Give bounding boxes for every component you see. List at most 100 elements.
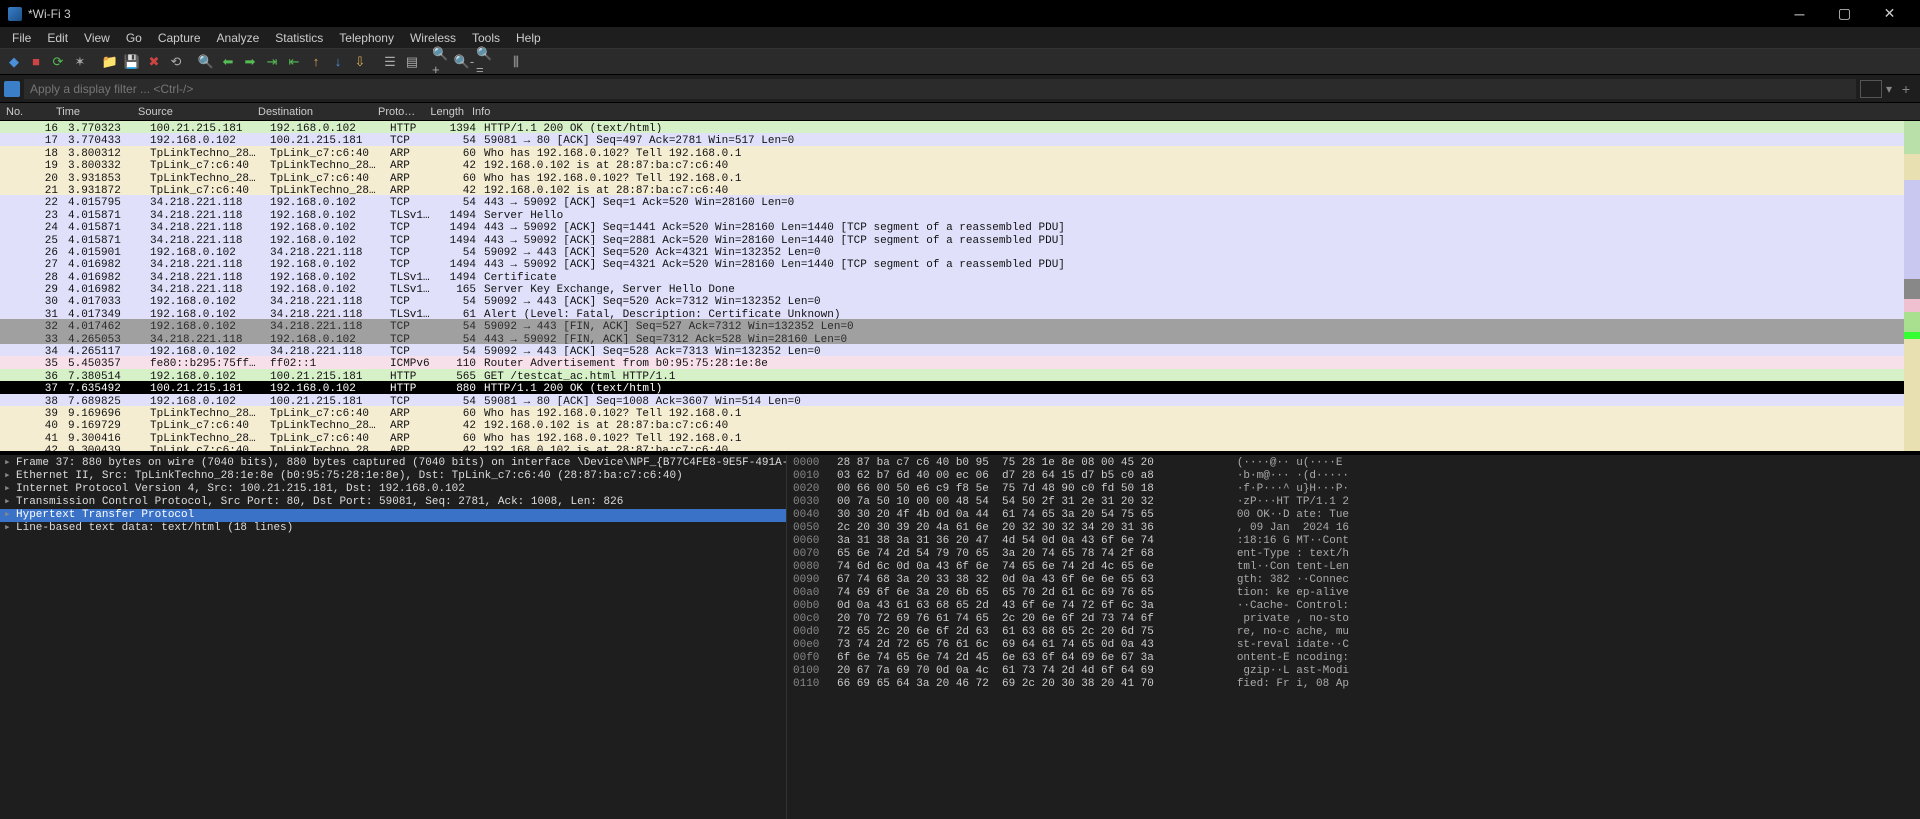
packet-bytes-pane[interactable]: 000028 87 ba c7 c6 40 b0 95 75 28 1e 8e … [786,455,1920,819]
go-down-icon[interactable]: ↓ [328,52,348,72]
packet-row[interactable]: 163.770323100.21.215.181192.168.0.102HTT… [0,121,1920,133]
reload-icon[interactable]: ⟲ [166,52,186,72]
resize-columns-icon[interactable]: ⫼ [506,52,526,72]
packet-row[interactable]: 409.169729TpLink_c7:c6:40TpLinkTechno_28… [0,418,1920,430]
packet-row[interactable]: 355.450357fe80::b295:75ff:fe2…ff02::1ICM… [0,356,1920,368]
column-length[interactable]: Length [422,104,468,120]
column-destination[interactable]: Destination [254,104,374,120]
packet-row[interactable]: 244.01587134.218.221.118192.168.0.102TCP… [0,220,1920,232]
add-filter-button[interactable]: + [1896,81,1916,97]
hex-row[interactable]: 00a074 69 6f 6e 3a 20 6b 65 65 70 2d 61 … [793,587,1914,600]
menu-file[interactable]: File [4,29,39,47]
close-button[interactable]: ✕ [1867,0,1912,27]
menu-wireless[interactable]: Wireless [402,29,464,47]
packet-row[interactable]: 173.770433192.168.0.102100.21.215.181TCP… [0,133,1920,145]
packet-row[interactable]: 367.380514192.168.0.102100.21.215.181HTT… [0,369,1920,381]
minimize-button[interactable]: ─ [1777,0,1822,27]
packet-details-pane[interactable]: ▸Frame 37: 880 bytes on wire (7040 bits)… [0,455,786,819]
next-icon[interactable]: ➡ [240,52,260,72]
maximize-button[interactable]: ▢ [1822,0,1867,27]
packet-row[interactable]: 274.01698234.218.221.118192.168.0.102TCP… [0,257,1920,269]
find-icon[interactable]: 🔍 [196,52,216,72]
expand-icon[interactable]: ▸ [4,509,16,522]
go-up-icon[interactable]: ↑ [306,52,326,72]
hex-row[interactable]: 008074 6d 6c 0d 0a 43 6f 6e 74 65 6e 74 … [793,561,1914,574]
hex-row[interactable]: 00e073 74 2d 72 65 76 61 6c 69 64 61 74 … [793,639,1914,652]
hex-row[interactable]: 00d072 65 2c 20 6e 6f 2d 63 61 63 68 65 … [793,626,1914,639]
packet-row[interactable]: 234.01587134.218.221.118192.168.0.102TLS… [0,208,1920,220]
packet-row[interactable]: 399.169696TpLinkTechno_28:1e:…TpLink_c7:… [0,406,1920,418]
hex-row[interactable]: 004030 30 20 4f 4b 0d 0a 44 61 74 65 3a … [793,509,1914,522]
tree-item[interactable]: ▸Hypertext Transfer Protocol [0,509,786,522]
packet-row[interactable]: 294.01698234.218.221.118192.168.0.102TLS… [0,282,1920,294]
packet-row[interactable]: 419.300416TpLinkTechno_28:1e:…TpLink_c7:… [0,431,1920,443]
expand-icon[interactable]: ▸ [4,522,16,535]
menu-go[interactable]: Go [118,29,150,47]
packet-row[interactable]: 183.800312TpLinkTechno_28:1e:…TpLink_c7:… [0,146,1920,158]
zoom-in-icon[interactable]: 🔍+ [432,52,452,72]
go-first-icon[interactable]: ⇤ [284,52,304,72]
hex-row[interactable]: 00502c 20 30 39 20 4a 61 6e 20 32 30 32 … [793,522,1914,535]
hex-row[interactable]: 002000 66 00 50 e6 c9 f8 5e 75 7d 48 90 … [793,483,1914,496]
expand-icon[interactable]: ▸ [4,470,16,483]
tree-item[interactable]: ▸Internet Protocol Version 4, Src: 100.2… [0,483,786,496]
prev-icon[interactable]: ⬅ [218,52,238,72]
hex-row[interactable]: 007065 6e 74 2d 54 79 70 65 3a 20 74 65 … [793,548,1914,561]
filter-history-dropdown[interactable]: ▾ [1882,82,1896,96]
autoscroll-icon[interactable]: ☰ [380,52,400,72]
packet-row[interactable]: 254.01587134.218.221.118192.168.0.102TCP… [0,233,1920,245]
menu-telephony[interactable]: Telephony [331,29,402,47]
open-icon[interactable]: 📁 [100,52,120,72]
column-info[interactable]: Info [468,104,1920,120]
packet-row[interactable]: 203.931853TpLinkTechno_28:1e:…TpLink_c7:… [0,171,1920,183]
jump-icon[interactable]: ⇥ [262,52,282,72]
start-capture-icon[interactable]: ◆ [4,52,24,72]
hex-row[interactable]: 00f06f 6e 74 65 6e 74 2d 45 6e 63 6f 64 … [793,652,1914,665]
packet-row[interactable]: 387.689825192.168.0.102100.21.215.181TCP… [0,394,1920,406]
tree-item[interactable]: ▸Transmission Control Protocol, Src Port… [0,496,786,509]
bookmark-icon[interactable] [4,81,20,97]
hex-row[interactable]: 00b00d 0a 43 61 63 68 65 2d 43 6f 6e 74 … [793,600,1914,613]
packet-row[interactable]: 264.015901192.168.0.10234.218.221.118TCP… [0,245,1920,257]
stop-capture-icon[interactable]: ■ [26,52,46,72]
hex-row[interactable]: 010020 67 7a 69 70 0d 0a 4c 61 73 74 2d … [793,665,1914,678]
packet-row[interactable]: 324.017462192.168.0.10234.218.221.118TCP… [0,319,1920,331]
packet-row[interactable]: 334.26505334.218.221.118192.168.0.102TCP… [0,332,1920,344]
packet-row[interactable]: 213.931872TpLink_c7:c6:40TpLinkTechno_28… [0,183,1920,195]
menu-edit[interactable]: Edit [39,29,76,47]
packet-row[interactable]: 344.265117192.168.0.10234.218.221.118TCP… [0,344,1920,356]
expand-icon[interactable]: ▸ [4,496,16,509]
column-protocol[interactable]: Protocol [374,104,422,120]
filter-expression-button[interactable] [1860,80,1882,98]
menu-statistics[interactable]: Statistics [267,29,331,47]
packet-row[interactable]: 304.017033192.168.0.10234.218.221.118TCP… [0,294,1920,306]
column-time[interactable]: Time [52,104,134,120]
zoom-reset-icon[interactable]: 🔍= [476,52,496,72]
expand-icon[interactable]: ▸ [4,483,16,496]
hex-row[interactable]: 009067 74 68 3a 20 33 38 32 0d 0a 43 6f … [793,574,1914,587]
tree-item[interactable]: ▸Ethernet II, Src: TpLinkTechno_28:1e:8e… [0,470,786,483]
menu-help[interactable]: Help [508,29,549,47]
packet-list-pane[interactable]: 163.770323100.21.215.181192.168.0.102HTT… [0,121,1920,451]
colorize-icon[interactable]: ▤ [402,52,422,72]
hex-row[interactable]: 011066 69 65 64 3a 20 46 72 69 2c 20 30 … [793,678,1914,691]
hex-row[interactable]: 003000 7a 50 10 00 00 48 54 54 50 2f 31 … [793,496,1914,509]
menu-view[interactable]: View [76,29,118,47]
close-file-icon[interactable]: ✖ [144,52,164,72]
tree-item[interactable]: ▸Line-based text data: text/html (18 lin… [0,522,786,535]
hex-row[interactable]: 000028 87 ba c7 c6 40 b0 95 75 28 1e 8e … [793,457,1914,470]
column-no[interactable]: No. [0,104,52,120]
tree-item[interactable]: ▸Frame 37: 880 bytes on wire (7040 bits)… [0,457,786,470]
packet-row[interactable]: 429.300439TpLink_c7:c6:40TpLinkTechno_28… [0,443,1920,451]
hex-row[interactable]: 00603a 31 38 3a 31 36 20 47 4d 54 0d 0a … [793,535,1914,548]
hex-row[interactable]: 001003 62 b7 6d 40 00 ec 06 d7 28 64 15 … [793,470,1914,483]
packet-row[interactable]: 193.800332TpLink_c7:c6:40TpLinkTechno_28… [0,158,1920,170]
packet-row[interactable]: 224.01579534.218.221.118192.168.0.102TCP… [0,195,1920,207]
save-icon[interactable]: 💾 [122,52,142,72]
display-filter-input[interactable] [24,79,1856,99]
expand-icon[interactable]: ▸ [4,457,16,470]
menu-capture[interactable]: Capture [150,29,209,47]
zoom-out-icon[interactable]: 🔍- [454,52,474,72]
packet-row[interactable]: 377.635492100.21.215.181192.168.0.102HTT… [0,381,1920,393]
packet-row[interactable]: 284.01698234.218.221.118192.168.0.102TLS… [0,270,1920,282]
